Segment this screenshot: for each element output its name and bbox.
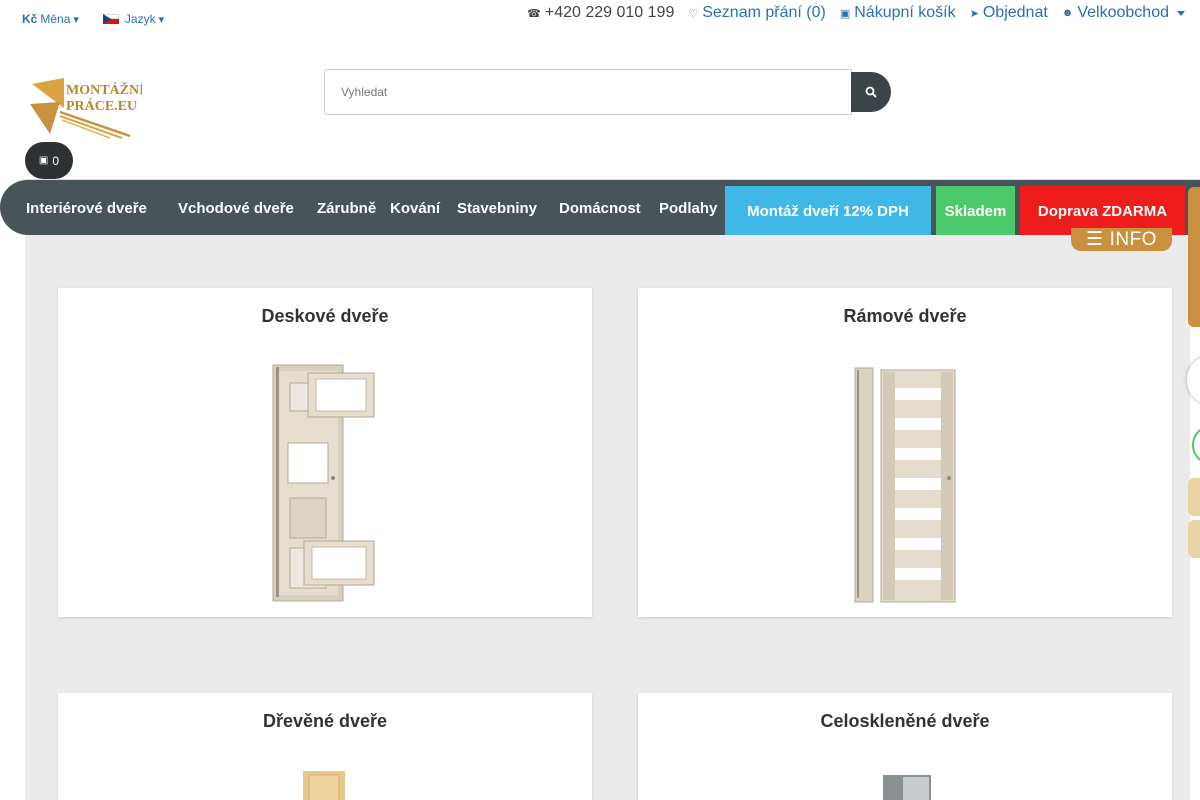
search-button[interactable] <box>851 72 891 112</box>
site-logo[interactable]: MONTÁŽNÍ PRÁCE.EU <box>30 74 145 140</box>
user-icon: ☻ <box>1061 7 1074 19</box>
shopping-cart-icon: ▣ <box>38 155 49 166</box>
heart-icon: ♡ <box>688 7 699 20</box>
chevron-down-icon: ▾ <box>73 13 79 26</box>
main-nav: Interiérové dveře Vchodové dveře Zárubně… <box>0 179 1200 236</box>
search-input[interactable]: Vyhledat <box>324 69 852 115</box>
wooden-door-image <box>303 771 345 800</box>
cart-link[interactable]: ▣ Nákupní košík <box>840 4 956 22</box>
menu-icon: ☰ <box>1086 229 1104 250</box>
side-widget-tab[interactable] <box>1188 478 1200 516</box>
currency-symbol: Kč <box>22 12 38 26</box>
wishlist-label: Seznam přání (0) <box>702 4 826 21</box>
nav-item-building-kits[interactable]: Stavebniny <box>457 180 537 236</box>
mini-cart-button[interactable]: ▣ 0 <box>25 142 73 179</box>
side-panel-tab[interactable] <box>1188 187 1200 327</box>
czech-flag-icon <box>102 14 119 24</box>
nav-item-hardware[interactable]: Kování <box>390 180 440 236</box>
currency-label: Měna <box>40 12 71 26</box>
category-title: Deskové dveře <box>261 306 389 326</box>
share-icon: ➤ <box>969 7 979 20</box>
mini-cart-count: 0 <box>52 153 60 168</box>
frame-door-image <box>854 367 956 603</box>
phone-link[interactable]: ☎ +420 229 010 199 <box>527 4 674 22</box>
category-title: Celoskleněné dveře <box>820 711 990 731</box>
wholesale-label: Velkoobchod <box>1077 4 1169 21</box>
category-card-frame-doors[interactable]: Rámové dveře <box>638 288 1172 617</box>
cart-label: Nákupní košík <box>854 4 956 21</box>
category-card-panel-doors[interactable]: Deskové dveře <box>58 288 592 617</box>
order-link[interactable]: ➤ Objednat <box>970 4 1048 22</box>
nav-item-floors[interactable]: Podlahy <box>659 180 717 236</box>
glass-door-image <box>883 775 931 800</box>
info-button[interactable]: ☰ INFO <box>1071 228 1172 251</box>
logo-line2: PRÁCE.EU <box>66 97 137 114</box>
promo-mount-button[interactable]: Montáž dveří 12% DPH <box>725 186 931 236</box>
caret-down-icon <box>1177 10 1185 16</box>
nav-item-entrance-doors[interactable]: Vchodové dveře <box>178 180 294 236</box>
category-card-wooden-doors[interactable]: Dřevěné dveře <box>58 693 592 800</box>
nav-item-household[interactable]: Domácnost <box>559 180 641 236</box>
category-card-glass-doors[interactable]: Celoskleněné dveře <box>638 693 1172 800</box>
panel-door-image <box>272 364 375 602</box>
shopping-cart-icon: ▣ <box>839 7 851 20</box>
language-selector[interactable]: Jazyk ▾ <box>102 12 165 26</box>
side-widget-tab[interactable] <box>1188 520 1200 558</box>
topbar-left: Kč Měna ▾ Jazyk ▾ <box>22 12 164 26</box>
currency-selector[interactable]: Kč Měna ▾ <box>22 12 79 26</box>
search-placeholder: Vyhledat <box>341 85 388 99</box>
search-icon <box>865 86 877 98</box>
page: Kč Měna ▾ Jazyk ▾ ☎ +420 229 010 199 ♡ S… <box>0 0 1200 800</box>
wholesale-link[interactable]: ☻ Velkoobchod <box>1062 4 1185 22</box>
promo-stock-button[interactable]: Skladem <box>936 186 1015 236</box>
info-label: INFO <box>1109 228 1157 250</box>
language-label: Jazyk <box>124 12 156 26</box>
chevron-down-icon: ▾ <box>158 13 165 26</box>
logo-line1: MONTÁŽNÍ <box>66 81 142 98</box>
order-label: Objednat <box>982 4 1048 21</box>
whatsapp-icon[interactable] <box>1192 425 1200 465</box>
phone-icon: ☎ <box>527 7 541 20</box>
nav-item-interior-doors[interactable]: Interiérové dveře <box>26 180 147 236</box>
nav-item-frames[interactable]: Zárubně <box>317 180 376 236</box>
topbar-right: ☎ +420 229 010 199 ♡ Seznam přání (0) ▣ … <box>527 4 1185 22</box>
category-title: Dřevěné dveře <box>262 711 388 731</box>
wishlist-link[interactable]: ♡ Seznam přání (0) <box>688 4 825 22</box>
phone-number: +420 229 010 199 <box>544 4 675 21</box>
category-title: Rámové dveře <box>843 306 967 326</box>
